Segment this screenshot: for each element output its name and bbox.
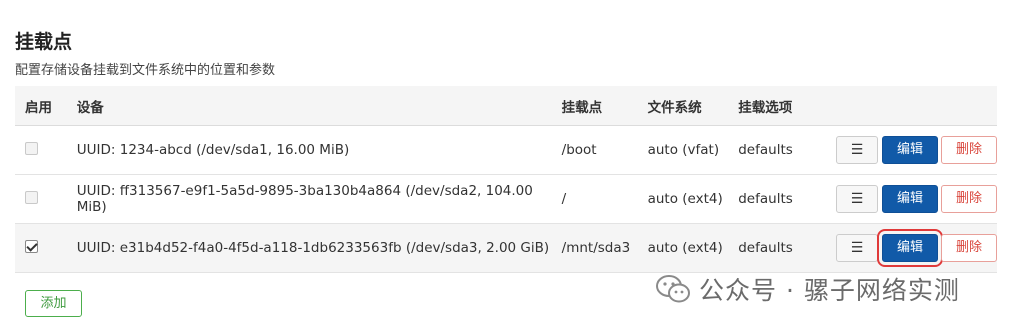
edit-button[interactable]: 编辑 bbox=[882, 185, 938, 213]
enabled-cell bbox=[15, 174, 67, 224]
mountpoint-cell: / bbox=[551, 174, 638, 224]
delete-button[interactable]: 删除 bbox=[941, 185, 997, 213]
enabled-cell bbox=[15, 223, 67, 273]
drag-menu-button[interactable]: ☰ bbox=[836, 185, 878, 213]
edit-button[interactable]: 编辑 bbox=[877, 229, 943, 267]
header-options: 挂载选项 bbox=[728, 86, 826, 126]
enabled-cell bbox=[15, 125, 67, 175]
add-button[interactable]: 添加 bbox=[25, 290, 82, 317]
delete-button[interactable]: 删除 bbox=[941, 136, 997, 164]
options-cell: defaults bbox=[728, 125, 826, 175]
header-mountpoint: 挂载点 bbox=[551, 86, 638, 126]
actions-cell: ☰ 编辑 删除 bbox=[826, 174, 997, 224]
table-row: UUID: 1234-abcd (/dev/sda1, 16.00 MiB) /… bbox=[15, 125, 997, 175]
filesystem-cell: auto (ext4) bbox=[637, 223, 729, 273]
page-title: 挂载点 bbox=[15, 31, 73, 53]
actions-cell: ☰ 编辑 删除 bbox=[826, 125, 997, 175]
actions-cell: ☰ 编辑 删除 bbox=[826, 223, 997, 273]
filesystem-cell: auto (ext4) bbox=[637, 174, 729, 224]
drag-menu-button[interactable]: ☰ bbox=[836, 234, 878, 262]
header-device: 设备 bbox=[66, 86, 552, 126]
filesystem-cell: auto (vfat) bbox=[637, 125, 729, 175]
wechat-icon bbox=[656, 275, 690, 303]
device-cell: UUID: e31b4d52-f4a0-4f5d-a118-1db6233563… bbox=[66, 223, 552, 273]
enabled-checkbox[interactable] bbox=[25, 239, 38, 253]
mount-points-table: 启用 设备 挂载点 文件系统 挂载选项 UUID: 1234-abcd (/de… bbox=[15, 86, 997, 273]
options-cell: defaults bbox=[728, 223, 826, 273]
header-actions bbox=[826, 86, 997, 126]
header-filesystem: 文件系统 bbox=[637, 86, 729, 126]
mountpoint-cell: /mnt/sda3 bbox=[551, 223, 638, 273]
delete-button[interactable]: 删除 bbox=[941, 234, 997, 262]
table-row: UUID: e31b4d52-f4a0-4f5d-a118-1db6233563… bbox=[15, 223, 997, 273]
page-description: 配置存储设备挂载到文件系统中的位置和参数 bbox=[15, 63, 276, 78]
enabled-checkbox[interactable] bbox=[25, 190, 38, 204]
watermark-text: 公众号 · 骡子网络实测 bbox=[699, 276, 960, 305]
header-enabled: 启用 bbox=[15, 86, 67, 126]
enabled-checkbox[interactable] bbox=[25, 141, 38, 155]
mountpoint-cell: /boot bbox=[551, 125, 638, 175]
options-cell: defaults bbox=[728, 174, 826, 224]
edit-button[interactable]: 编辑 bbox=[882, 136, 938, 164]
table-header-row: 启用 设备 挂载点 文件系统 挂载选项 bbox=[15, 86, 997, 126]
device-cell: UUID: 1234-abcd (/dev/sda1, 16.00 MiB) bbox=[66, 125, 552, 175]
drag-menu-button[interactable]: ☰ bbox=[836, 136, 878, 164]
table-row: UUID: ff313567-e9f1-5a5d-9895-3ba130b4a8… bbox=[15, 174, 997, 224]
watermark: 公众号 · 骡子网络实测 bbox=[655, 274, 960, 305]
device-cell: UUID: ff313567-e9f1-5a5d-9895-3ba130b4a8… bbox=[66, 174, 552, 224]
